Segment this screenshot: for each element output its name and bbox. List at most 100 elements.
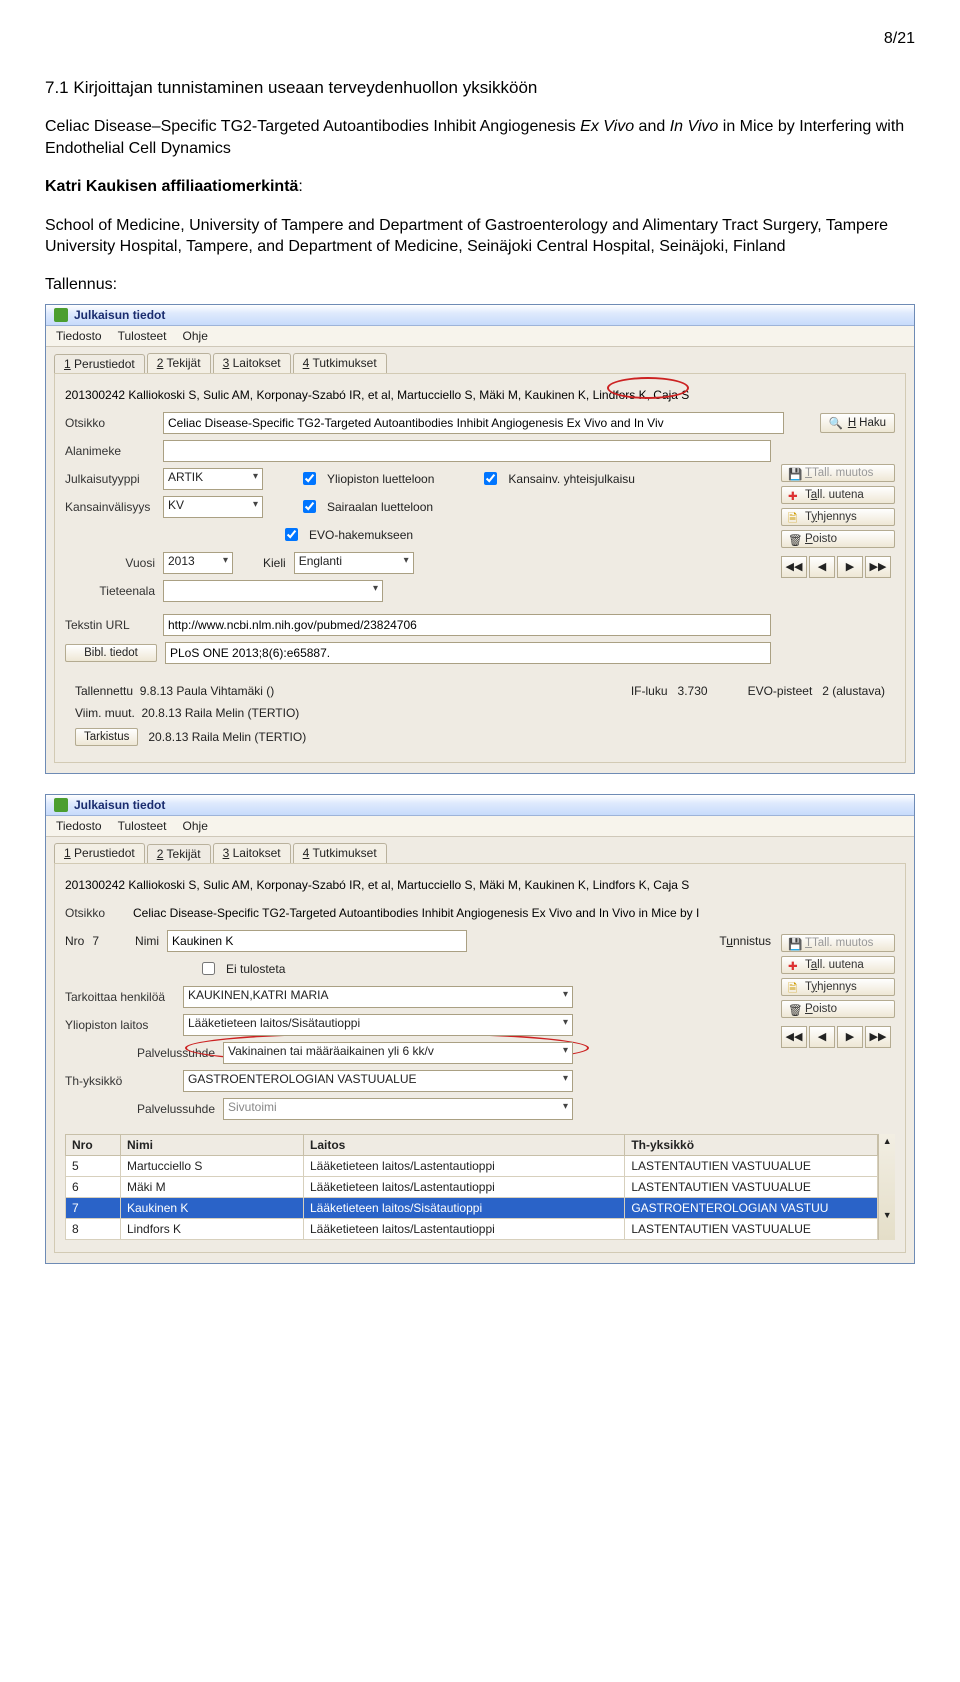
plus-icon: ✚ [788, 959, 800, 971]
tieteenala-select[interactable] [163, 580, 383, 602]
nav-prev[interactable]: ◀ [809, 556, 835, 578]
nimi-label: Nimi [135, 934, 159, 948]
tab-perustiedot[interactable]: 1 Perustiedot [54, 354, 145, 374]
menu-file[interactable]: Tiedosto [56, 329, 102, 343]
menu-help[interactable]: Ohje [183, 329, 208, 343]
authors-table: Nro Nimi Laitos Th-yksikkö 5Martucciello… [65, 1134, 878, 1240]
article-title-part1: Celiac Disease–Specific TG2-Targeted Aut… [45, 118, 580, 135]
chk-evo-hakemukseen[interactable] [285, 528, 298, 541]
tab-tekijat[interactable]: 2 Tekijät [147, 353, 211, 373]
nimi-input[interactable] [167, 930, 467, 952]
nav-first[interactable]: ◀◀ [781, 1026, 807, 1048]
kieli-select[interactable]: Englanti [294, 552, 414, 574]
col-thy[interactable]: Th-yksikkö [625, 1134, 878, 1155]
table-row[interactable]: 8Lindfors KLääketieteen laitos/Lastentau… [66, 1218, 878, 1239]
table-row[interactable]: 5Martucciello SLääketieteen laitos/Laste… [66, 1155, 878, 1176]
save-label: Tallennus: [45, 276, 915, 294]
scroll-up-icon[interactable]: ▲ [879, 1134, 895, 1148]
yl-label: Yliopiston laitos [65, 1018, 175, 1032]
nav-first[interactable]: ◀◀ [781, 556, 807, 578]
table-cell: Lääketieteen laitos/Lastentautioppi [304, 1155, 625, 1176]
kv-label: Kansainvälisyys [65, 500, 155, 514]
table-cell: Mäki M [121, 1176, 304, 1197]
url-input[interactable] [163, 614, 771, 636]
bibl-tiedot-button[interactable]: Bibl. tiedot [65, 644, 157, 662]
chk-sairaalan-luetteloon[interactable] [303, 500, 316, 513]
menu-print[interactable]: Tulosteet [118, 819, 167, 833]
save-changes-button[interactable]: 💾TTall. muutos [781, 934, 895, 952]
url-label: Tekstin URL [65, 618, 155, 632]
bibl-input[interactable] [165, 642, 771, 664]
julkaisutyyppi-select[interactable]: ARTIK [163, 468, 263, 490]
table-row[interactable]: 7Kaukinen KLääketieteen laitos/Sisätauti… [66, 1197, 878, 1218]
vm-label: Viim. muut. [75, 706, 135, 720]
save-as-new-button[interactable]: ✚Tall. uutena [781, 956, 895, 974]
chk-yliopiston-luetteloon[interactable] [303, 472, 316, 485]
save-as-new-button[interactable]: ✚Tall. uutena [781, 486, 895, 504]
col-nro[interactable]: Nro [66, 1134, 121, 1155]
julkaisutyyppi-label: Julkaisutyyppi [65, 472, 155, 486]
titlebar: Julkaisun tiedot [46, 305, 914, 326]
nav-next[interactable]: ▶ [837, 1026, 863, 1048]
window-publication-details-1: Julkaisun tiedot Tiedosto Tulosteet Ohje… [45, 304, 915, 774]
scroll-down-icon[interactable]: ▼ [879, 1208, 895, 1222]
tarkoittaa-label: Tarkoittaa henkilöä [65, 990, 175, 1004]
otsikko-input[interactable] [163, 412, 784, 434]
tab-laitokset[interactable]: 3 Laitokset [213, 843, 291, 863]
chk-sl-label: Sairaalan luetteloon [327, 500, 433, 514]
menu-print[interactable]: Tulosteet [118, 329, 167, 343]
chk-kansainv-yhteisjulkaisu[interactable] [484, 472, 497, 485]
nro-value: 7 [92, 934, 99, 948]
menu-file[interactable]: Tiedosto [56, 819, 102, 833]
tab-tekijat[interactable]: 2 Tekijät [147, 844, 211, 864]
thy-select[interactable]: GASTROENTEROLOGIAN VASTUUALUE [183, 1070, 573, 1092]
tallennettu-label: Tallennettu [75, 684, 133, 698]
tab-laitokset[interactable]: 3 Laitokset [213, 353, 291, 373]
nav-prev[interactable]: ◀ [809, 1026, 835, 1048]
nav-last[interactable]: ▶▶ [865, 556, 891, 578]
nav-next[interactable]: ▶ [837, 556, 863, 578]
ps-select[interactable]: Vakinainen tai määräaikainen yli 6 kk/v [223, 1042, 573, 1064]
trash-icon: 🗑 [788, 1003, 800, 1015]
yl-select[interactable]: Lääketieteen laitos/Sisätautioppi [183, 1014, 573, 1036]
kv-select[interactable]: KV [163, 496, 263, 518]
footer-row-1: Tallennettu 9.8.13 Paula Vihtamäki () IF… [65, 680, 895, 702]
record-id-line: 201300242 Kalliokoski S, Sulic AM, Korpo… [65, 878, 895, 892]
menu-help[interactable]: Ohje [183, 819, 208, 833]
clear-button[interactable]: 🗎Tyhjennys [781, 978, 895, 996]
tarkoittaa-select[interactable]: KAUKINEN,KATRI MARIA [183, 986, 573, 1008]
menubar: Tiedosto Tulosteet Ohje [46, 816, 914, 837]
ps2-select[interactable]: Sivutoimi [223, 1098, 573, 1120]
col-nimi[interactable]: Nimi [121, 1134, 304, 1155]
save-changes-button[interactable]: 💾TTall. muutos [781, 464, 895, 482]
delete-button[interactable]: 🗑Poisto [781, 530, 895, 548]
document-icon: 🗎 [788, 511, 800, 523]
tab-perustiedot[interactable]: 1 Perustiedot [54, 843, 145, 863]
delete-button[interactable]: 🗑Poisto [781, 1000, 895, 1018]
col-laitos[interactable]: Laitos [304, 1134, 625, 1155]
tarkistus-button[interactable]: Tarkistus [75, 728, 138, 746]
chk-ei-tulosteta[interactable] [202, 962, 215, 975]
chk-yl-label: Yliopiston luetteloon [327, 472, 434, 486]
tabs: 1 Perustiedot 2 Tekijät 3 Laitokset 4 Tu… [46, 837, 914, 863]
authors-table-wrap: Nro Nimi Laitos Th-yksikkö 5Martucciello… [65, 1134, 895, 1240]
menubar: Tiedosto Tulosteet Ohje [46, 326, 914, 347]
article-title: Celiac Disease–Specific TG2-Targeted Aut… [45, 116, 915, 159]
clear-button[interactable]: 🗎Tyhjennys [781, 508, 895, 526]
thy-label: Th-yksikkö [65, 1074, 175, 1088]
table-cell: Kaukinen K [121, 1197, 304, 1218]
table-cell: Lindfors K [121, 1218, 304, 1239]
ps-label: Palvelussuhde [65, 1046, 215, 1060]
alanimeke-input[interactable] [163, 440, 771, 462]
window-title: Julkaisun tiedot [74, 308, 165, 322]
table-cell: Lääketieteen laitos/Lastentautioppi [304, 1218, 625, 1239]
vuosi-select[interactable]: 2013 [163, 552, 233, 574]
table-cell: LASTENTAUTIEN VASTUUALUE [625, 1218, 878, 1239]
tab-tutkimukset[interactable]: 4 Tutkimukset [293, 353, 387, 373]
table-row[interactable]: 6Mäki MLääketieteen laitos/Lastentautiop… [66, 1176, 878, 1197]
nav-last[interactable]: ▶▶ [865, 1026, 891, 1048]
table-scrollbar[interactable]: ▲ ▼ [878, 1134, 895, 1240]
footer-row-2: Viim. muut. 20.8.13 Raila Melin (TERTIO) [65, 702, 895, 724]
tab-tutkimukset[interactable]: 4 Tutkimukset [293, 843, 387, 863]
haku-button[interactable]: 🔍HHaku [820, 413, 896, 433]
